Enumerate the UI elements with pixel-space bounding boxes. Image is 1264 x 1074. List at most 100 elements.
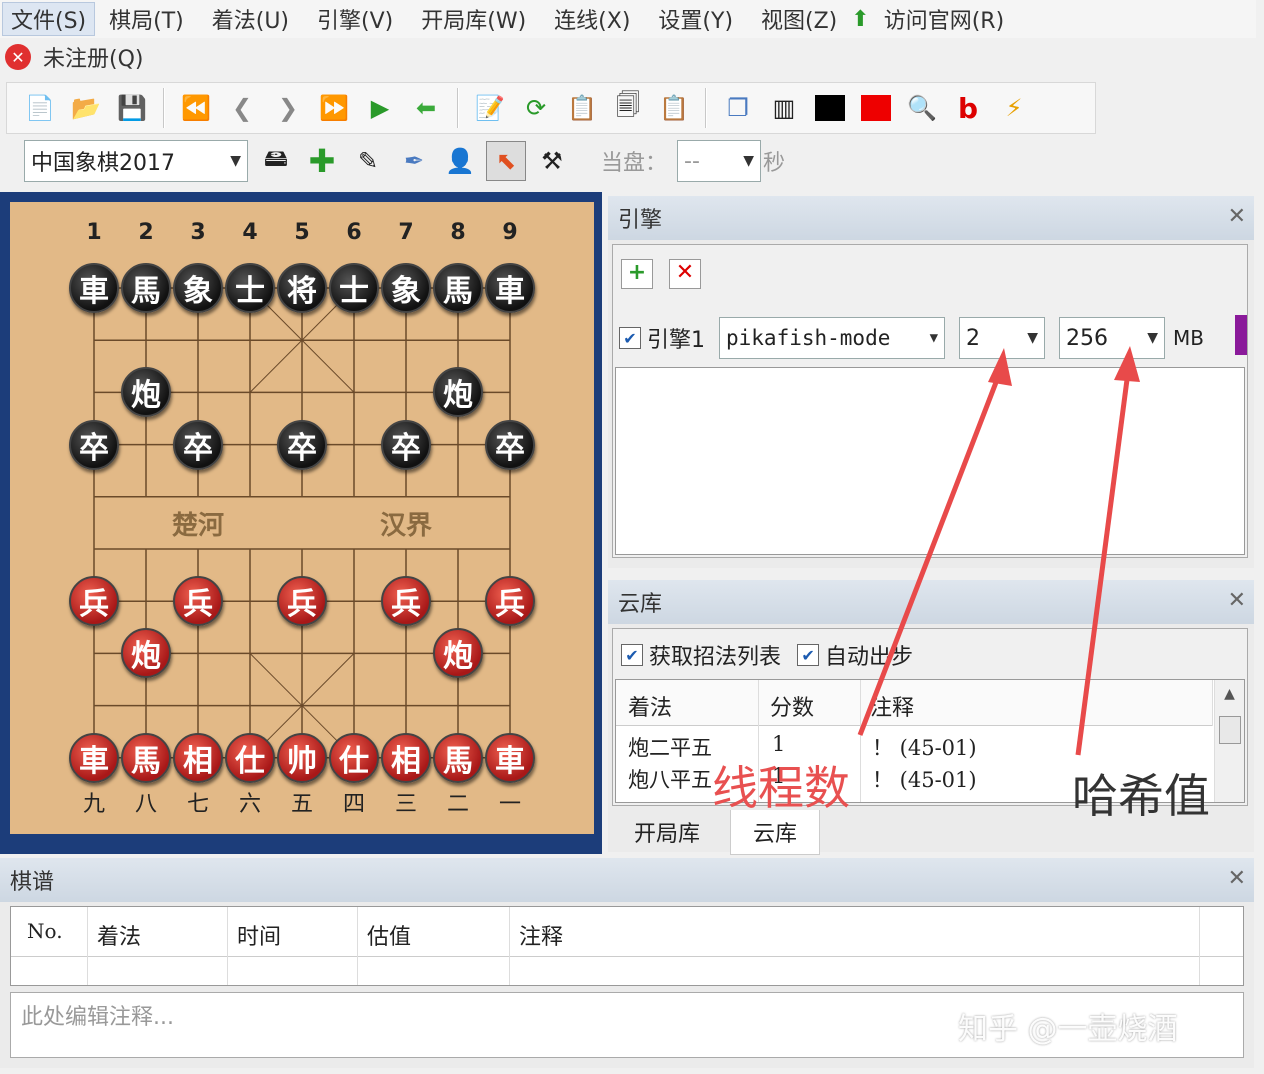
- layout-icon[interactable]: ▥: [764, 88, 804, 128]
- scroll-up-icon[interactable]: ▲: [1215, 680, 1244, 702]
- engine-icon[interactable]: 🖴: [256, 141, 296, 181]
- black-piece[interactable]: 炮: [121, 367, 171, 418]
- edit-icon[interactable]: 📝: [470, 88, 510, 128]
- black-piece[interactable]: 馬: [433, 263, 483, 313]
- open-folder-icon[interactable]: 📂: [66, 88, 106, 128]
- header-comment[interactable]: 注释: [870, 690, 914, 722]
- engine-checkbox[interactable]: ✔: [619, 327, 641, 349]
- red-piece[interactable]: 炮: [433, 628, 483, 679]
- black-piece[interactable]: 卒: [485, 419, 535, 470]
- close-icon[interactable]: ✕: [1228, 866, 1246, 891]
- new-file-icon[interactable]: 📄: [20, 88, 60, 128]
- close-icon[interactable]: ✕: [1228, 588, 1246, 613]
- header-no[interactable]: No.: [27, 919, 63, 943]
- lightning-icon[interactable]: ⚡: [994, 88, 1034, 128]
- menu-item[interactable]: 棋局(T): [95, 3, 198, 35]
- b-icon[interactable]: b: [948, 88, 988, 128]
- red-piece[interactable]: 仕: [225, 732, 275, 783]
- menu-item[interactable]: 访问官网(R): [870, 3, 1018, 35]
- add-engine-icon[interactable]: +: [621, 259, 653, 289]
- time-select[interactable]: -- ▼: [677, 140, 762, 182]
- prev-move-icon[interactable]: ❮: [222, 88, 262, 128]
- black-piece[interactable]: 車: [485, 263, 535, 313]
- next-move-icon[interactable]: ❯: [268, 88, 308, 128]
- black-piece[interactable]: 卒: [69, 419, 119, 470]
- header-score[interactable]: 分数: [770, 690, 814, 722]
- menu-item[interactable]: 引擎(V): [303, 3, 407, 35]
- red-piece[interactable]: 兵: [381, 576, 431, 627]
- table-row[interactable]: 炮二平五 1 ！ (45-01): [616, 730, 1212, 762]
- header-comment[interactable]: 注释: [519, 919, 563, 951]
- search-icon[interactable]: 🔍: [902, 88, 942, 128]
- black-piece[interactable]: 馬: [121, 263, 171, 313]
- auto-move-checkbox[interactable]: ✔: [797, 644, 820, 666]
- header-move[interactable]: 着法: [97, 919, 141, 951]
- menu-item[interactable]: 视图(Z): [747, 3, 851, 35]
- black-piece[interactable]: 士: [329, 263, 379, 313]
- first-move-icon[interactable]: ⏪: [176, 88, 216, 128]
- header-move[interactable]: 着法: [628, 690, 672, 722]
- play-icon[interactable]: ▶: [360, 88, 400, 128]
- menu-item[interactable]: 文件(S): [2, 2, 96, 36]
- red-piece[interactable]: 仕: [329, 732, 379, 783]
- scrollbar[interactable]: ▲: [1214, 680, 1244, 802]
- remove-engine-icon[interactable]: ✕: [669, 259, 701, 289]
- menu-item[interactable]: 开局库(W): [407, 3, 540, 35]
- close-icon[interactable]: ✕: [1228, 204, 1246, 229]
- black-piece[interactable]: 象: [381, 263, 431, 313]
- red-piece[interactable]: 馬: [121, 732, 171, 783]
- black-piece[interactable]: 卒: [381, 419, 431, 470]
- menu-item[interactable]: 连线(X): [540, 3, 644, 35]
- red-piece[interactable]: 兵: [173, 576, 223, 627]
- column-number: 3: [190, 220, 206, 245]
- game-type-select[interactable]: 中国象棋2017 ▼: [24, 140, 248, 182]
- black-piece[interactable]: 卒: [173, 419, 223, 470]
- copy-icon[interactable]: 📋: [562, 88, 602, 128]
- user-icon[interactable]: 👤: [440, 141, 480, 181]
- save-icon[interactable]: 💾: [112, 88, 152, 128]
- red-piece[interactable]: 相: [173, 732, 223, 783]
- tool-icon[interactable]: ⚒: [532, 141, 572, 181]
- header-time[interactable]: 时间: [237, 919, 281, 951]
- back-arrow-icon[interactable]: ⬅: [406, 88, 446, 128]
- black-piece[interactable]: 炮: [433, 367, 483, 418]
- duplicate-icon[interactable]: 🗐: [608, 88, 648, 128]
- hash-select[interactable]: 256 ▼: [1059, 317, 1165, 359]
- red-piece[interactable]: 車: [69, 732, 119, 783]
- black-piece[interactable]: 士: [225, 263, 275, 313]
- red-piece[interactable]: 炮: [121, 628, 171, 679]
- red-piece[interactable]: 兵: [277, 576, 327, 627]
- feather-icon[interactable]: ✒: [394, 141, 434, 181]
- refresh-icon[interactable]: ⟳: [516, 88, 556, 128]
- cursor-icon[interactable]: ⬉: [486, 141, 526, 181]
- menu-item[interactable]: 着法(U): [198, 3, 303, 35]
- menu-item[interactable]: 设置(Y): [644, 3, 747, 35]
- red-piece[interactable]: 相: [381, 732, 431, 783]
- red-piece[interactable]: 馬: [433, 732, 483, 783]
- red-square-icon[interactable]: [856, 88, 896, 128]
- paste-icon[interactable]: 📋: [654, 88, 694, 128]
- last-move-icon[interactable]: ⏩: [314, 88, 354, 128]
- pencil-icon[interactable]: ✎: [348, 141, 388, 181]
- black-piece[interactable]: 象: [173, 263, 223, 313]
- black-piece[interactable]: 車: [69, 263, 119, 313]
- red-piece[interactable]: 帅: [277, 732, 327, 783]
- window-icon[interactable]: ❐: [718, 88, 758, 128]
- red-piece[interactable]: 兵: [485, 576, 535, 627]
- menu-bar: 文件(S) 棋局(T) 着法(U) 引擎(V) 开局库(W) 连线(X) 设置(Y) 视图(Z…: [0, 0, 1256, 38]
- tab-opening-book[interactable]: 开局库: [612, 810, 722, 854]
- column-number: 8: [450, 220, 466, 245]
- black-square-icon[interactable]: [810, 88, 850, 128]
- engine-name-select[interactable]: pikafish-mode ▼: [719, 317, 945, 359]
- black-piece[interactable]: 将: [277, 263, 327, 313]
- engine-output[interactable]: [615, 367, 1245, 555]
- chess-board[interactable]: 1 2 3 4 5 6 7 8 9 九八七六五四三二一楚河 汉界車馬象士将士象馬車炮炮卒卒卒卒卒兵兵…: [10, 202, 594, 834]
- red-piece[interactable]: 車: [485, 732, 535, 783]
- black-piece[interactable]: 卒: [277, 419, 327, 470]
- threads-select[interactable]: 2 ▼: [959, 317, 1045, 359]
- header-eval[interactable]: 估值: [367, 919, 411, 951]
- fetch-moves-checkbox[interactable]: ✔: [621, 644, 643, 666]
- red-piece[interactable]: 兵: [69, 576, 119, 627]
- unregistered-item[interactable]: ✕ 未注册(Q): [0, 38, 300, 76]
- add-icon[interactable]: ✚: [302, 141, 342, 181]
